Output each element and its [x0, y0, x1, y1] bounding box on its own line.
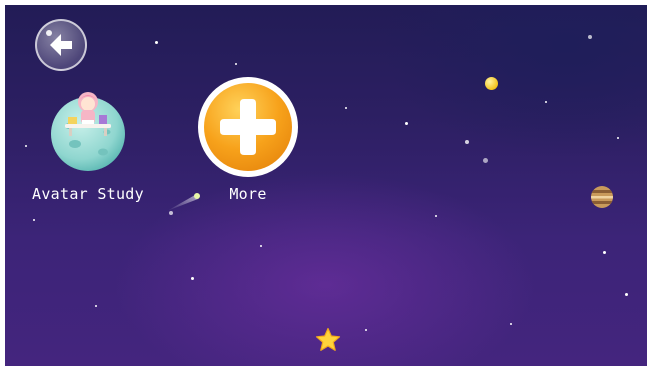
avatar-study-planet-icon	[51, 92, 125, 171]
star	[95, 305, 97, 307]
star	[155, 41, 158, 44]
back-button[interactable]	[35, 19, 87, 71]
star	[617, 137, 619, 139]
app-more[interactable]: More	[191, 75, 301, 205]
yellow-star-icon	[315, 327, 341, 351]
star	[235, 63, 237, 65]
striped-planet-icon	[591, 186, 613, 208]
app-label: More	[229, 185, 267, 203]
star	[260, 245, 262, 247]
app-label: Avatar Study	[32, 185, 144, 203]
back-arrow-icon	[46, 30, 72, 56]
app-avatar-study[interactable]: Avatar Study	[25, 80, 165, 205]
star	[191, 277, 194, 280]
star	[365, 329, 367, 331]
star	[465, 140, 469, 144]
yellow-planet-icon	[485, 77, 498, 90]
star	[625, 293, 628, 296]
star	[588, 35, 592, 39]
star	[33, 219, 35, 221]
star	[510, 323, 512, 325]
plus-icon	[198, 77, 298, 177]
star	[483, 158, 488, 163]
star	[435, 215, 437, 217]
star	[603, 251, 606, 254]
star	[405, 122, 408, 125]
space-background: Avatar Study More	[5, 5, 647, 366]
star	[545, 101, 547, 103]
star	[345, 107, 347, 109]
